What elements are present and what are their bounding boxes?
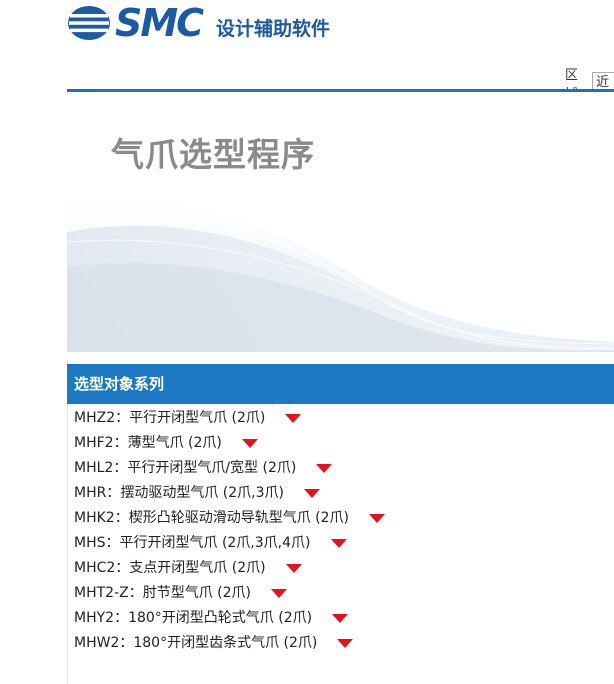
series-item-label: MHW2：180°开闭型齿条式气爪 (2爪) [74,635,318,651]
series-item-label: MHS：平行开闭型气爪 (2爪,3爪,4爪) [74,535,311,551]
series-item-label: MHL2：平行开闭型气爪/宽型 (2爪) [74,460,297,476]
series-item-mhw2[interactable]: MHW2：180°开闭型齿条式气爪 (2爪) [74,631,614,656]
series-panel-header: 选型对象系列 [67,364,614,404]
caret-down-icon[interactable] [332,614,349,623]
series-item-label: MHK2：楔形凸轮驱动滑动导轨型气爪 (2爪) [74,510,349,526]
series-item-mhk2[interactable]: MHK2：楔形凸轮驱动滑动导轨型气爪 (2爪) [74,506,614,531]
series-item-mhl2[interactable]: MHL2：平行开闭型气爪/宽型 (2爪) [74,456,614,481]
series-item-label: MHC2：支点开闭型气爪 (2爪) [74,560,266,576]
series-list: MHZ2：平行开闭型气爪 (2爪) MHF2：薄型气爪 (2爪) MHL2：平行… [74,406,614,656]
caret-down-icon[interactable] [330,539,347,548]
series-item-mhc2[interactable]: MHC2：支点开闭型气爪 (2爪) [74,556,614,581]
series-item-mht2-z[interactable]: MHT2-Z：肘节型气爪 (2爪) [74,581,614,606]
left-border [67,360,68,684]
banner: 气爪选型程序 [67,92,614,352]
app-title: 设计辅助软件 [216,18,331,40]
caret-down-icon[interactable] [241,439,258,448]
smc-logo[interactable]: SMC [67,1,204,45]
caret-down-icon[interactable] [303,489,320,498]
brand-name: SMC [115,1,204,45]
series-item-label: MHZ2：平行开闭型气爪 (2爪) [74,410,266,426]
series-item-label: MHR：摆动驱动型气爪 (2爪,3爪) [74,485,284,501]
series-item-label: MHF2：薄型气爪 (2爪) [74,435,222,451]
page-title: 气爪选型程序 [111,135,315,174]
series-item-label: MHT2-Z：肘节型气爪 (2爪) [74,585,251,601]
series-item-mhs[interactable]: MHS：平行开闭型气爪 (2爪,3爪,4爪) [74,531,614,556]
series-item-mhr[interactable]: MHR：摆动驱动型气爪 (2爪,3爪) [74,481,614,506]
caret-down-icon[interactable] [316,464,333,473]
series-item-mhf2[interactable]: MHF2：薄型气爪 (2爪) [74,431,614,456]
series-item-label: MHY2：180°开闭型凸轮式气爪 (2爪) [74,610,313,626]
caret-down-icon[interactable] [285,564,302,573]
caret-down-icon[interactable] [368,514,385,523]
caret-down-icon[interactable] [271,589,287,598]
smc-logo-icon [68,6,110,40]
series-item-mhy2[interactable]: MHY2：180°开闭型凸轮式气爪 (2爪) [74,606,614,631]
caret-down-icon[interactable] [337,639,354,648]
series-item-mhz2[interactable]: MHZ2：平行开闭型气爪 (2爪) [74,406,614,431]
caret-down-icon[interactable] [285,414,302,423]
